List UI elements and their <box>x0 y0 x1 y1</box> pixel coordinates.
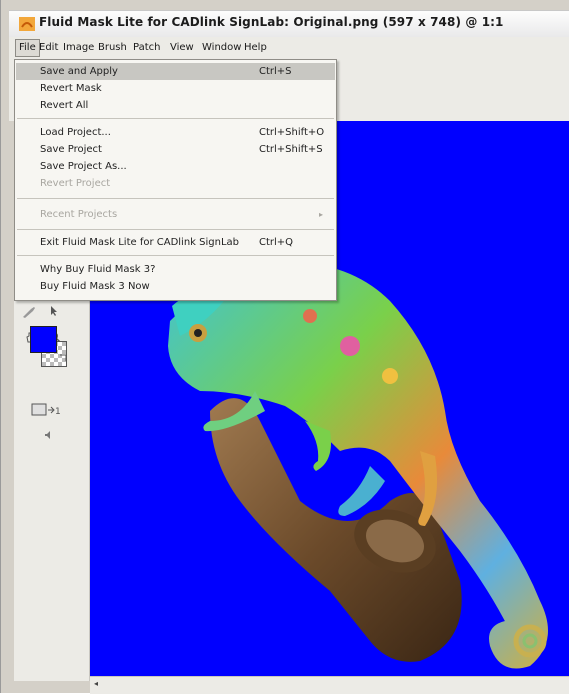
menu-item-shortcut: Ctrl+Shift+O <box>259 127 325 138</box>
menu-item-label: Revert Mask <box>40 83 102 94</box>
menu-item-save-project-as[interactable]: Save Project As... <box>16 158 335 175</box>
swap-colors-icon[interactable] <box>59 352 67 365</box>
menu-item-label: Exit Fluid Mask Lite for CADlink SignLab <box>40 237 239 248</box>
menu-item-shortcut: Ctrl+Q <box>259 237 294 248</box>
pointer-icon[interactable] <box>49 305 59 320</box>
horizontal-scrollbar[interactable]: ◂ <box>90 676 569 694</box>
menu-window[interactable]: Window <box>199 40 244 56</box>
scroll-left-icon[interactable]: ◂ <box>94 679 98 688</box>
foreground-color-swatch[interactable] <box>30 326 57 353</box>
menu-item-shortcut: Ctrl+S <box>259 66 292 77</box>
svg-text:1: 1 <box>55 407 61 417</box>
window-title: Fluid Mask Lite for CADlink SignLab: Ori… <box>39 15 504 29</box>
submenu-arrow-icon: ▸ <box>319 210 324 219</box>
menu-patch[interactable]: Patch <box>130 40 163 56</box>
menu-item-save-project[interactable]: Save Project Ctrl+Shift+S <box>16 141 335 158</box>
menu-brush[interactable]: Brush <box>95 40 130 56</box>
menu-item-label: Save Project <box>40 144 102 155</box>
title-bar: Fluid Mask Lite for CADlink SignLab: Ori… <box>9 10 569 37</box>
menu-item-shortcut: Ctrl+Shift+S <box>259 144 323 155</box>
menu-separator <box>17 118 334 119</box>
file-menu-dropdown: Save and Apply Ctrl+S Revert Mask Revert… <box>14 59 337 301</box>
app-window: Fluid Mask Lite for CADlink SignLab: Ori… <box>0 0 569 694</box>
menu-item-revert-project: Revert Project <box>16 175 335 192</box>
menu-item-save-and-apply[interactable]: Save and Apply Ctrl+S <box>16 63 335 80</box>
menu-item-label: Buy Fluid Mask 3 Now <box>40 281 150 292</box>
menu-item-label: Recent Projects <box>40 209 118 220</box>
menu-separator <box>17 229 334 230</box>
menu-item-label: Why Buy Fluid Mask 3? <box>40 264 156 275</box>
zoom-fit-icon[interactable]: 1 <box>31 403 65 420</box>
menu-view[interactable]: View <box>167 40 197 56</box>
brush-icon[interactable] <box>22 306 36 321</box>
menu-help[interactable]: Help <box>241 40 270 56</box>
menu-item-buy-now[interactable]: Buy Fluid Mask 3 Now <box>16 278 335 295</box>
menu-separator <box>17 255 334 256</box>
menu-item-load-project[interactable]: Load Project... Ctrl+Shift+O <box>16 124 335 141</box>
menu-item-exit[interactable]: Exit Fluid Mask Lite for CADlink SignLab… <box>16 234 335 251</box>
menu-bar: File Edit Image Brush Patch View Window … <box>9 37 569 60</box>
menu-item-label: Revert All <box>40 100 89 111</box>
menu-item-label: Save Project As... <box>40 161 127 172</box>
speaker-icon[interactable] <box>44 430 54 443</box>
menu-edit[interactable]: Edit <box>36 40 61 56</box>
menu-item-revert-mask[interactable]: Revert Mask <box>16 80 335 97</box>
menu-separator <box>17 198 334 199</box>
app-icon <box>19 17 35 31</box>
menu-item-why-buy[interactable]: Why Buy Fluid Mask 3? <box>16 261 335 278</box>
menu-item-recent-projects: Recent Projects ▸ <box>16 206 335 223</box>
menu-item-label: Save and Apply <box>40 66 118 77</box>
menu-item-revert-all[interactable]: Revert All <box>16 97 335 114</box>
menu-item-label: Revert Project <box>40 178 111 189</box>
menu-item-label: Load Project... <box>40 127 111 138</box>
menu-image[interactable]: Image <box>60 40 97 56</box>
